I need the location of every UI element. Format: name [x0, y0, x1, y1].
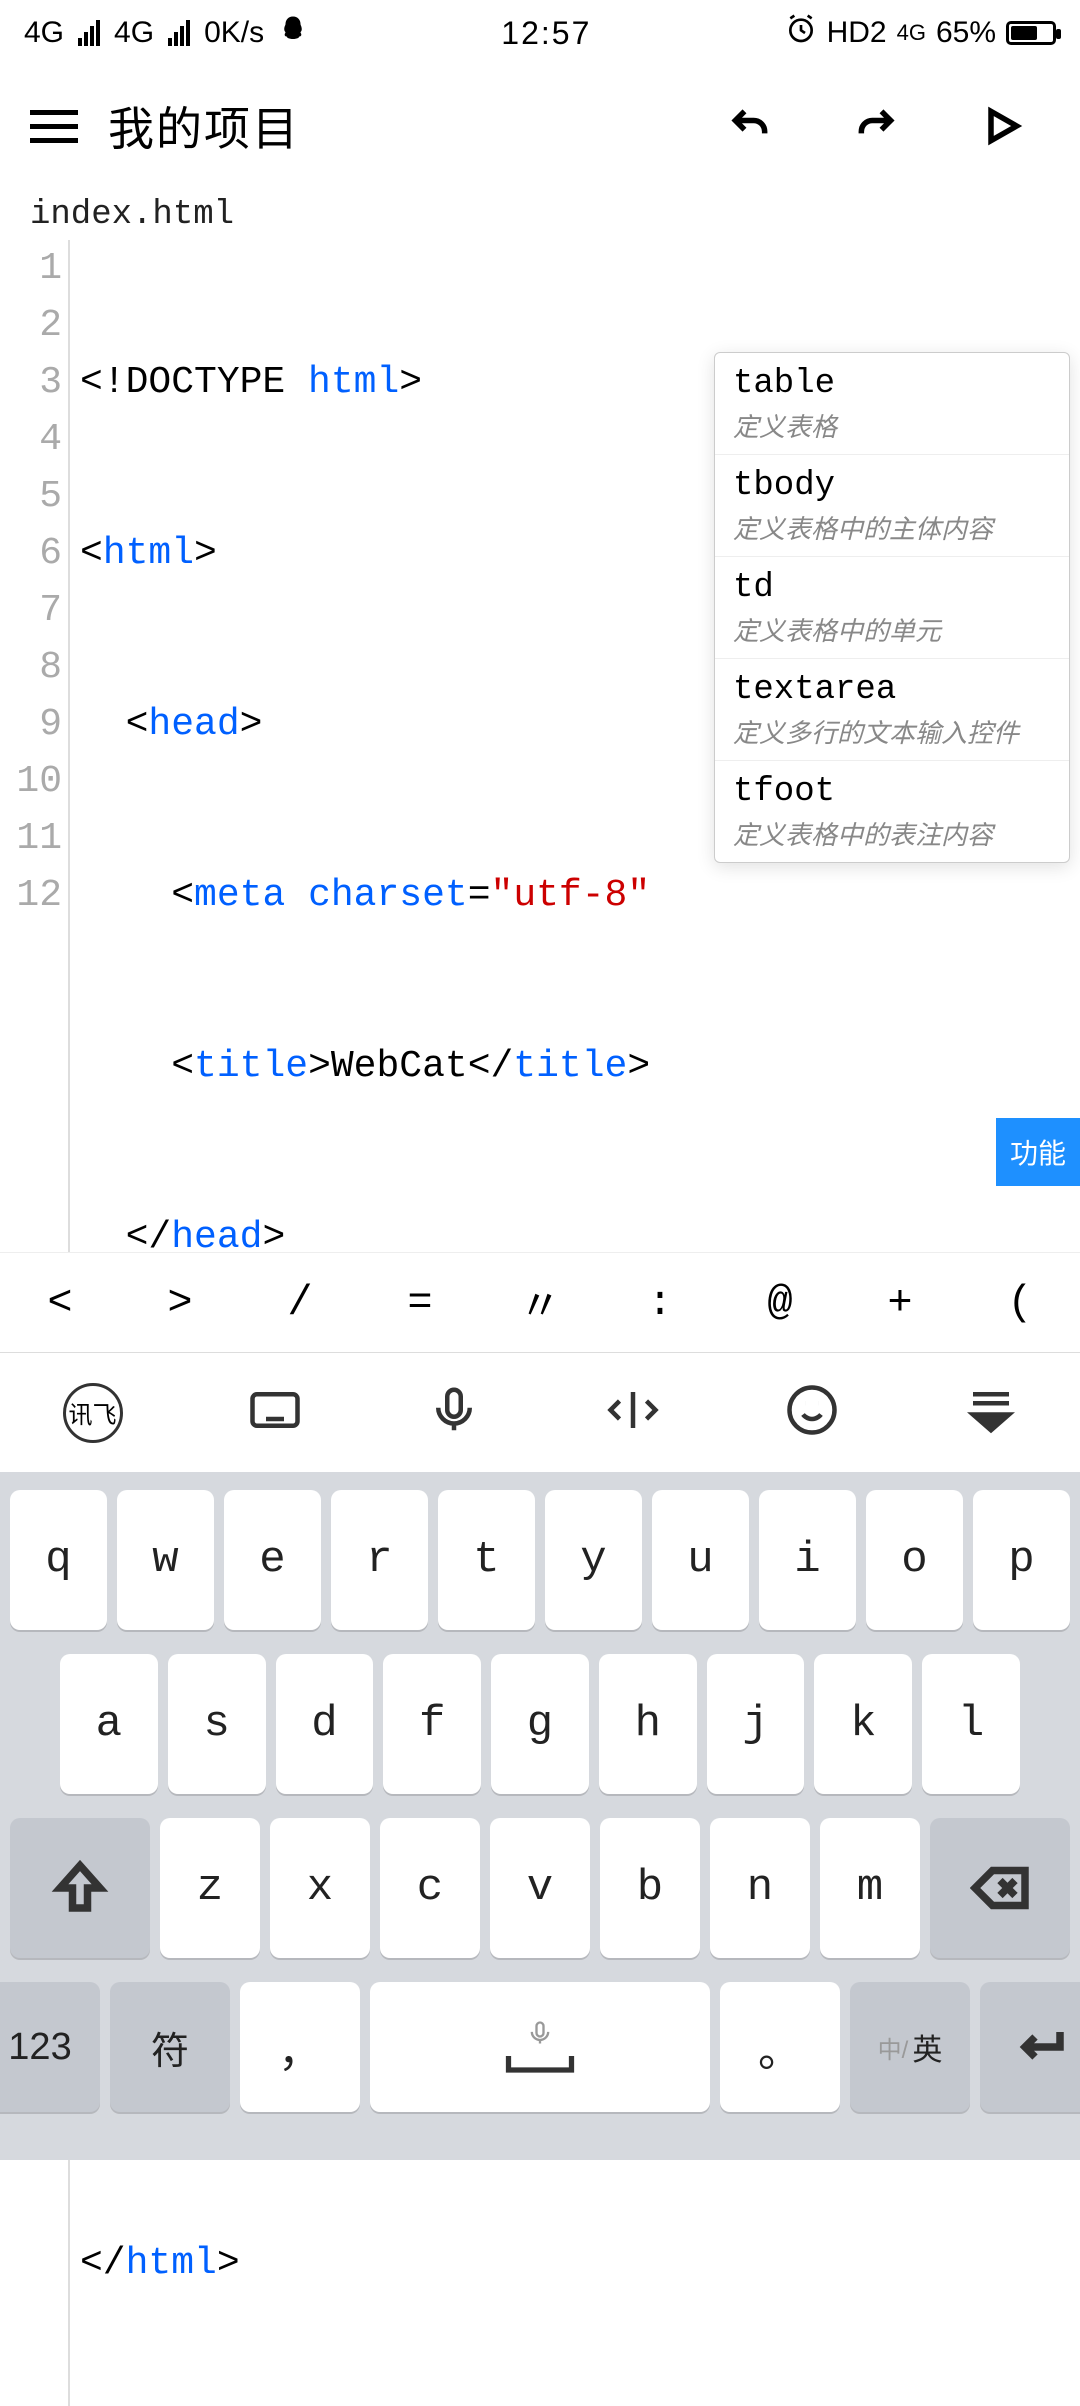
symbol-key[interactable]: +	[840, 1279, 960, 1327]
microphone-icon[interactable]	[427, 1383, 481, 1442]
key-q[interactable]: q	[10, 1490, 107, 1630]
key-d[interactable]: d	[276, 1654, 374, 1794]
key-shift[interactable]	[10, 1818, 150, 1958]
key-w[interactable]: w	[117, 1490, 214, 1630]
emoji-icon[interactable]	[785, 1383, 839, 1442]
autocomplete-item[interactable]: table 定义表格	[715, 353, 1069, 455]
ime-toolbar: 讯飞	[0, 1352, 1080, 1472]
key-o[interactable]: o	[866, 1490, 963, 1630]
run-button[interactable]	[972, 96, 1032, 156]
symbol-toolbar: < > / = 〃 : @ + (	[0, 1252, 1080, 1352]
cursor-move-icon[interactable]	[606, 1383, 660, 1442]
key-y[interactable]: y	[545, 1490, 642, 1630]
symbol-key[interactable]: (	[960, 1279, 1080, 1327]
alarm-icon	[785, 13, 817, 53]
status-bar: 4G 4G 0K/s 12:57 HD2 4G 65%	[0, 0, 1080, 66]
file-tab[interactable]: index.html	[0, 186, 1080, 240]
hd-label: HD2	[827, 16, 887, 50]
key-n[interactable]: n	[710, 1818, 810, 1958]
key-language[interactable]: 中/英	[850, 1982, 970, 2112]
soft-keyboard: q w e r t y u i o p a s d f g h j k l z …	[0, 1472, 1080, 2160]
symbol-key[interactable]: :	[600, 1279, 720, 1327]
autocomplete-item[interactable]: tbody 定义表格中的主体内容	[715, 455, 1069, 557]
key-u[interactable]: u	[652, 1490, 749, 1630]
key-p[interactable]: p	[973, 1490, 1070, 1630]
key-m[interactable]: m	[820, 1818, 920, 1958]
signal-label-1: 4G	[24, 16, 64, 50]
key-b[interactable]: b	[600, 1818, 700, 1958]
clock: 12:57	[501, 15, 591, 52]
key-c[interactable]: c	[380, 1818, 480, 1958]
menu-icon[interactable]	[30, 110, 78, 143]
key-j[interactable]: j	[707, 1654, 805, 1794]
key-e[interactable]: e	[224, 1490, 321, 1630]
key-v[interactable]: v	[490, 1818, 590, 1958]
battery-icon	[1006, 21, 1056, 45]
key-numeric[interactable]: 123	[0, 1982, 100, 2112]
symbol-key[interactable]: >	[120, 1279, 240, 1327]
key-backspace[interactable]	[930, 1818, 1070, 1958]
autocomplete-popup[interactable]: table 定义表格 tbody 定义表格中的主体内容 td 定义表格中的单元 …	[714, 352, 1070, 863]
page-title: 我的项目	[108, 93, 300, 159]
key-g[interactable]: g	[491, 1654, 589, 1794]
symbol-key[interactable]: /	[240, 1279, 360, 1327]
signal-label-2: 4G	[114, 16, 154, 50]
key-space[interactable]	[370, 1982, 710, 2112]
key-a[interactable]: a	[60, 1654, 158, 1794]
symbol-key[interactable]: @	[720, 1279, 840, 1327]
symbol-key[interactable]: 〃	[480, 1272, 600, 1333]
keyboard-switch-icon[interactable]	[248, 1383, 302, 1442]
key-t[interactable]: t	[438, 1490, 535, 1630]
symbol-key[interactable]: <	[0, 1279, 120, 1327]
key-f[interactable]: f	[383, 1654, 481, 1794]
key-s[interactable]: s	[168, 1654, 266, 1794]
key-i[interactable]: i	[759, 1490, 856, 1630]
ime-logo-icon[interactable]: 讯飞	[63, 1383, 123, 1443]
key-symbols[interactable]: 符	[110, 1982, 230, 2112]
signal-bars-icon	[78, 20, 100, 46]
key-r[interactable]: r	[331, 1490, 428, 1630]
redo-button[interactable]	[846, 96, 906, 156]
signal-bars-icon	[168, 20, 190, 46]
key-enter[interactable]	[980, 1982, 1080, 2112]
net-speed: 0K/s	[204, 16, 264, 50]
collapse-keyboard-icon[interactable]	[964, 1383, 1018, 1442]
autocomplete-item[interactable]: td 定义表格中的单元	[715, 557, 1069, 659]
battery-pct: 65%	[936, 16, 996, 50]
symbol-key[interactable]: =	[360, 1279, 480, 1327]
app-bar: 我的项目	[0, 66, 1080, 186]
function-button[interactable]: 功能	[996, 1118, 1080, 1186]
key-period[interactable]: 。	[720, 1982, 840, 2112]
net-label: 4G	[897, 20, 926, 46]
key-l[interactable]: l	[922, 1654, 1020, 1794]
qq-icon	[278, 14, 308, 52]
key-comma[interactable]: ，	[240, 1982, 360, 2112]
key-x[interactable]: x	[270, 1818, 370, 1958]
key-z[interactable]: z	[160, 1818, 260, 1958]
autocomplete-item[interactable]: textarea 定义多行的文本输入控件	[715, 659, 1069, 761]
key-k[interactable]: k	[814, 1654, 912, 1794]
key-h[interactable]: h	[599, 1654, 697, 1794]
undo-button[interactable]	[720, 96, 780, 156]
autocomplete-item[interactable]: tfoot 定义表格中的表注内容	[715, 761, 1069, 862]
